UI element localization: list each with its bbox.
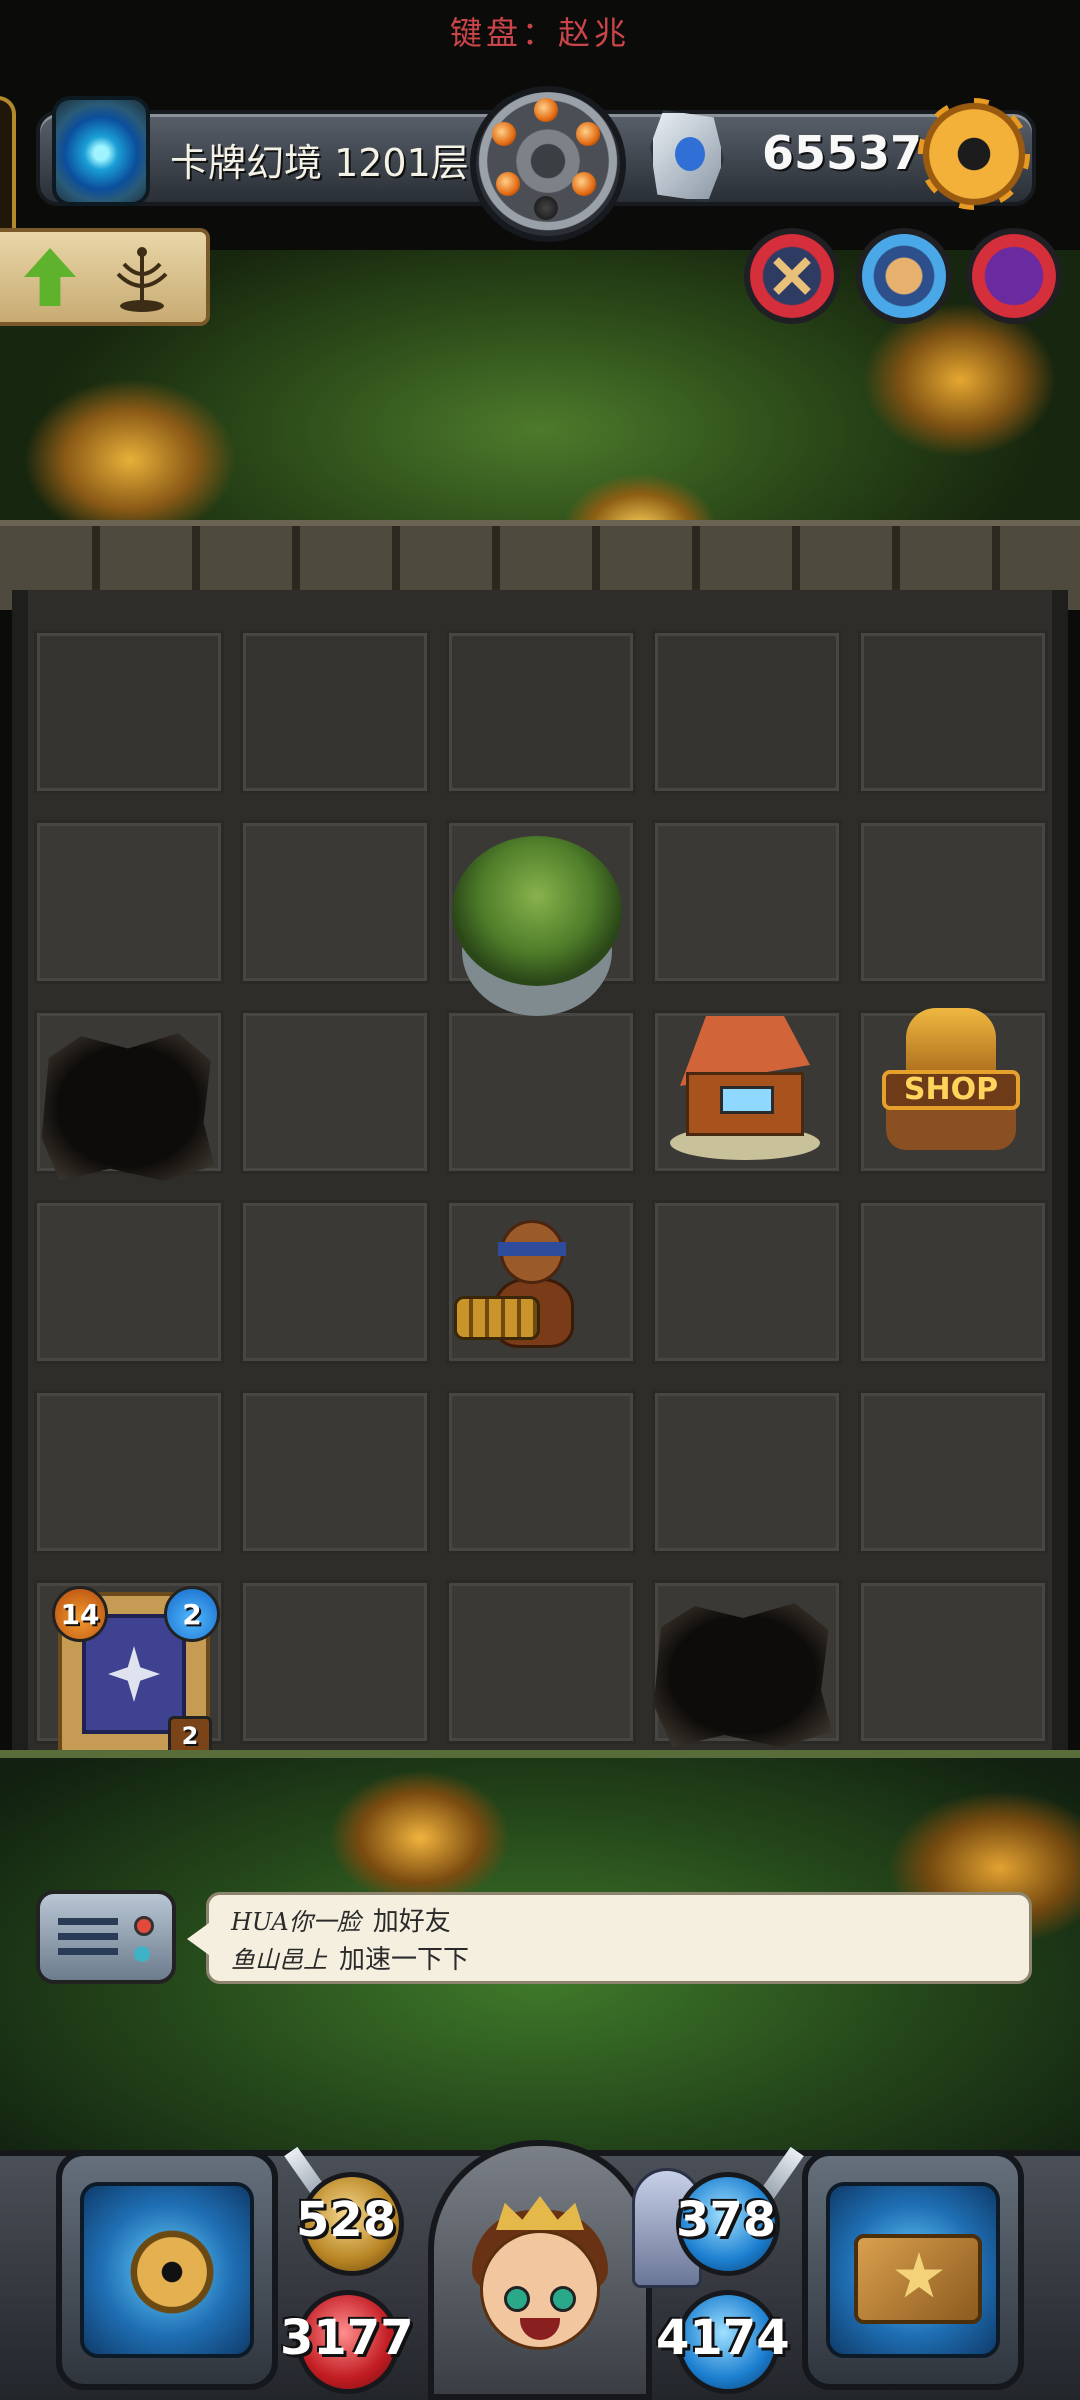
board-tile[interactable] (34, 1390, 224, 1554)
shuriken-card[interactable]: 14 2 2 (52, 1586, 220, 1758)
board-tile[interactable] (858, 630, 1048, 794)
chat-box[interactable]: HUA你一脸 加好友 鱼山邑上 加速一下下 (187, 1892, 1032, 1984)
magic-tome-icon (854, 2234, 982, 2324)
board-tile[interactable] (240, 820, 430, 984)
candelabra-icon (116, 247, 168, 312)
board-tile[interactable] (34, 820, 224, 984)
radio-chat-icon[interactable] (36, 1890, 176, 1984)
card-attack-badge: 14 (52, 1586, 108, 1642)
gear-icon[interactable] (918, 98, 1030, 210)
defense-value: 378 (676, 2192, 777, 2248)
monster-portrait-icon[interactable] (966, 228, 1062, 324)
right-hud-slot[interactable] (802, 2150, 1024, 2390)
board-tile[interactable] (240, 1580, 430, 1744)
board-tile[interactable] (652, 1390, 842, 1554)
board-tile[interactable] (858, 1390, 1048, 1554)
currency-amount: 65537 (762, 126, 923, 180)
card-cost-badge: 2 (164, 1586, 220, 1642)
portal-vortex-icon[interactable] (52, 96, 150, 206)
board-tile[interactable] (858, 1200, 1048, 1364)
house-building[interactable] (670, 1016, 820, 1166)
board-tile[interactable] (34, 1200, 224, 1364)
board-tile[interactable] (446, 1390, 636, 1554)
chat-message: 加速一下下 (339, 1945, 470, 1975)
pit-hole[interactable] (41, 1033, 215, 1181)
hero-gunner[interactable] (454, 1220, 624, 1370)
chat-message: 加好友 (372, 1907, 451, 1937)
board-tile[interactable] (446, 630, 636, 794)
side-drawer-tab[interactable] (0, 96, 16, 246)
board-tile[interactable] (858, 820, 1048, 984)
shop-sign: SHOP (882, 1070, 1020, 1110)
keyboard-credit: 键盘：赵兆 (449, 14, 630, 52)
up-arrow-icon[interactable] (24, 248, 76, 306)
board-tile[interactable] (34, 630, 224, 794)
board-tile[interactable] (240, 1200, 430, 1364)
chat-line: HUA你一脸 加好友 (231, 1903, 1007, 1941)
crystal-shard-icon (650, 110, 724, 202)
health-value: 3177 (280, 2310, 414, 2366)
hero-portrait-icon[interactable] (856, 228, 952, 324)
turret-wheel-icon[interactable] (470, 86, 626, 242)
shop-building[interactable]: SHOP (876, 1008, 1026, 1158)
crossed-hammers-icon[interactable] (744, 228, 840, 324)
left-hud-slot[interactable] (56, 2150, 278, 2390)
attack-value: 528 (296, 2192, 397, 2248)
hero-princess-icon[interactable] (456, 2190, 624, 2390)
quest-panel[interactable] (0, 228, 210, 326)
board-tile[interactable] (240, 1010, 430, 1174)
board-tile[interactable] (240, 630, 430, 794)
board-tile[interactable] (240, 1390, 430, 1554)
realm-floor-label: 卡牌幻境 1201层 (170, 141, 469, 185)
board-tile[interactable] (446, 1580, 636, 1744)
board-tile[interactable] (446, 1010, 636, 1174)
pit-hole[interactable] (653, 1603, 833, 1747)
chat-sender: 鱼山邑上 (231, 1946, 327, 1974)
board-tile[interactable] (652, 820, 842, 984)
mana-value: 4174 (656, 2310, 790, 2366)
board-tile[interactable] (858, 1580, 1048, 1744)
bush-obstacle[interactable] (452, 836, 622, 986)
chat-line: 鱼山邑上 加速一下下 (231, 1941, 1007, 1979)
board-tile[interactable] (652, 1200, 842, 1364)
board-tile[interactable] (652, 630, 842, 794)
golden-compass-icon (114, 2214, 230, 2330)
chat-sender: HUA你一脸 (231, 1908, 361, 1936)
